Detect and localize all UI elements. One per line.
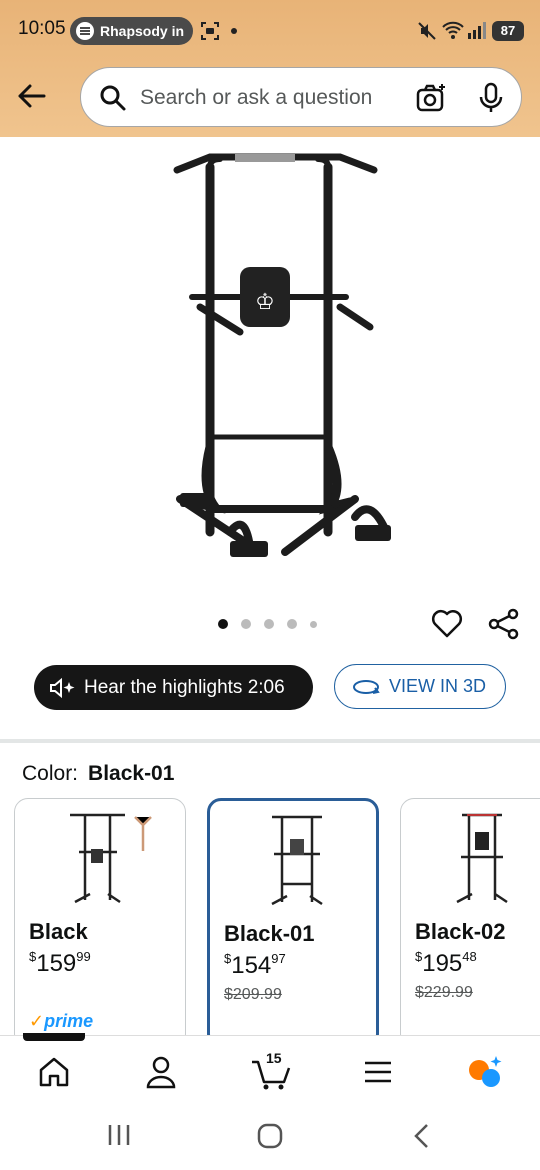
search-bar[interactable]: Search or ask a question: [80, 67, 522, 127]
price-whole: 195: [422, 950, 463, 977]
back-chevron-icon[interactable]: [410, 1122, 434, 1150]
variant-thumbnail: [456, 813, 508, 904]
carousel-dot[interactable]: [218, 619, 228, 629]
svg-text:♔: ♔: [255, 290, 275, 315]
variant-name: Black: [29, 919, 88, 944]
cart-count: 15: [266, 1050, 282, 1066]
system-navigation-bar: [0, 1103, 540, 1170]
list-price: $209.99: [224, 986, 282, 1003]
price-fraction: 99: [76, 949, 91, 964]
carousel-dot[interactable]: [287, 619, 297, 629]
variant-price: $15999: [29, 949, 91, 978]
battery-indicator: 87: [492, 21, 524, 41]
variant-card-black-02[interactable]: Black-02 $19548 $229.99: [400, 798, 540, 1048]
carousel-dot[interactable]: [264, 619, 274, 629]
carousel-dot[interactable]: [241, 619, 251, 629]
prime-badge: ✓prime: [29, 1011, 93, 1032]
search-placeholder: Search or ask a question: [140, 86, 373, 109]
price-whole: 154: [231, 952, 272, 979]
variant-price: $19548: [415, 949, 477, 978]
menu-icon[interactable]: [360, 1054, 396, 1090]
search-icon: [100, 85, 126, 111]
list-price: $229.99: [415, 984, 473, 1001]
home-button-icon[interactable]: [256, 1122, 284, 1150]
share-icon[interactable]: [487, 607, 521, 641]
home-icon[interactable]: [36, 1054, 72, 1090]
variant-name: Black-01: [224, 921, 315, 946]
camera-lens-icon[interactable]: [415, 82, 447, 114]
section-divider: [0, 739, 540, 743]
heart-icon[interactable]: [430, 607, 464, 641]
selected-tab-indicator: [23, 1033, 85, 1041]
variant-card-black[interactable]: Black $15999 ✓prime: [14, 798, 186, 1048]
price-fraction: 97: [271, 951, 286, 966]
prime-check: ✓: [29, 1011, 45, 1031]
now-playing-label: Rhapsody in: [100, 23, 185, 39]
microphone-icon[interactable]: [477, 82, 505, 114]
view-in-3d-label: VIEW IN 3D: [389, 676, 487, 696]
price-whole: 159: [36, 950, 77, 977]
mute-icon: [418, 22, 436, 40]
price-fraction: 48: [462, 949, 477, 964]
signal-icon: [468, 22, 486, 39]
account-icon[interactable]: [143, 1054, 179, 1090]
header: 10:05 Rhapsody in 87 Search or ask a que…: [0, 0, 540, 137]
carousel-dot[interactable]: [310, 620, 317, 628]
hear-highlights-label: Hear the highlights 2:06: [84, 676, 285, 698]
status-bar: 10:05 Rhapsody in 87: [0, 0, 540, 60]
back-arrow-icon[interactable]: [14, 78, 50, 114]
color-selected-value: Black-01: [88, 762, 175, 785]
rufus-assistant-icon[interactable]: [466, 1054, 502, 1090]
bottom-navigation: 15: [0, 1035, 540, 1103]
view-in-3d-button[interactable]: VIEW IN 3D: [334, 664, 506, 709]
variant-name: Black-02: [415, 919, 506, 944]
speaker-sparkle-icon: [50, 677, 75, 698]
spotify-icon: [76, 22, 94, 40]
rotate-3d-icon: [353, 679, 380, 694]
variant-price: $15497: [224, 951, 286, 980]
now-playing-pill[interactable]: Rhapsody in: [70, 17, 193, 45]
color-label: Color:: [22, 762, 79, 785]
variant-thumbnail: [70, 813, 152, 904]
recent-apps-icon[interactable]: [106, 1123, 132, 1147]
prime-word: prime: [44, 1011, 94, 1031]
hear-highlights-button[interactable]: Hear the highlights 2:06: [34, 665, 313, 710]
product-image[interactable]: ♔: [0, 137, 540, 607]
wifi-icon: [442, 21, 464, 39]
carousel-dots: [218, 619, 317, 629]
variant-card-black-01[interactable]: Black-01 $15497 $209.99: [207, 798, 379, 1048]
color-selector-heading: Color: Black-01: [22, 762, 174, 786]
variant-thumbnail: [271, 815, 323, 906]
screenshot-icon: [201, 22, 219, 40]
status-time: 10:05: [18, 18, 66, 39]
notification-dot-icon: [231, 28, 237, 34]
